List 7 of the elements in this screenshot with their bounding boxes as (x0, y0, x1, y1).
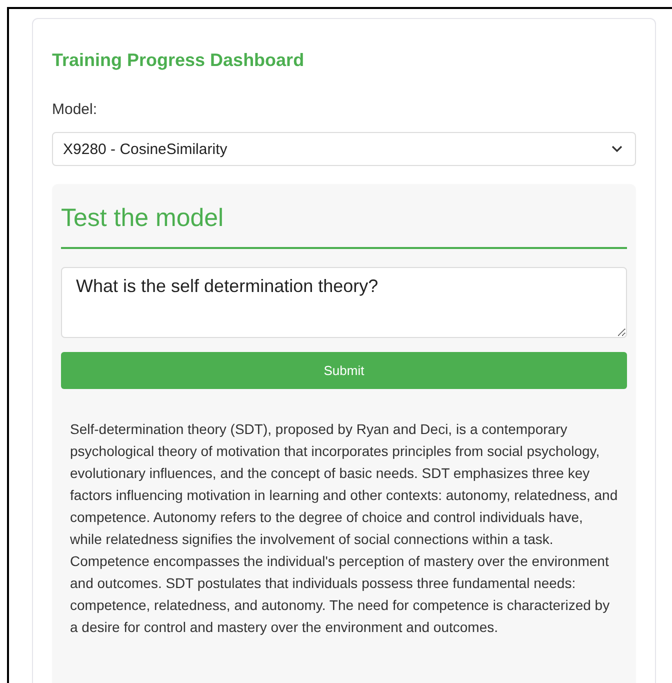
model-label: Model: (52, 101, 98, 118)
model-select[interactable]: X9280 - CosineSimilarity (52, 132, 636, 166)
response-text: Self-determination theory (SDT), proposed by Ryan and Deci, is a contemporary psychological theory of motivation that incorporates principles from social psychology, evolutionary influences, and the concept of basic needs. SDT emphasizes three key factors influencing motivation in learning and other contexts: autonomy, relatedness, and competence. Autonomy refers to the degree of choice and control individuals have, while relatedness signifies the involvement of social connections within a task. Competence encompasses the individual's perception of mastery over the environment and outcomes. SDT postulates that individuals possess three fundamental needs: competence, relatedness, and autonomy. The need for competence is characterized by a desire for control and mastery over the environment and outcomes. (69, 420, 619, 637)
question-field[interactable]: What is the self determination theory? (61, 267, 627, 338)
test-heading: Test the model (61, 204, 627, 249)
chevron-down-icon (611, 145, 623, 153)
dashboard-title: Training Progress Dashboard (52, 50, 306, 71)
